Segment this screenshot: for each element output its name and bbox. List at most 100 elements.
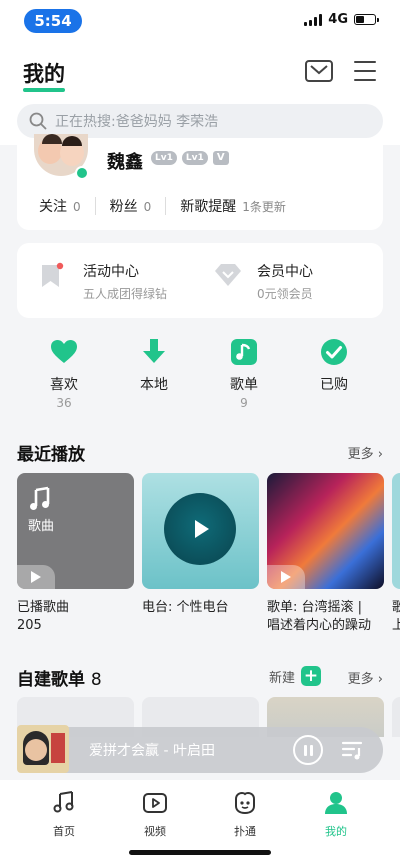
shortcut-label: 喜欢 bbox=[50, 377, 78, 393]
card-caption: 已播歌曲 205 bbox=[17, 599, 134, 635]
caption-line: 歌 bbox=[392, 600, 400, 615]
recent-section-header: 最近播放 更多 › bbox=[17, 440, 383, 465]
menu-button[interactable] bbox=[354, 61, 376, 81]
more-label: 更多 bbox=[347, 672, 374, 687]
recent-card-list: 歌曲 已播歌曲 205 电台: 个性电台 歌单: 台湾摇滚 | 唱述着内心的躁动… bbox=[17, 473, 400, 643]
stat-following[interactable]: 关注 0 bbox=[39, 196, 81, 216]
activity-card: 活动中心 五人成团得绿钻 会员中心 0元领会员 bbox=[17, 243, 383, 318]
tab-home[interactable]: 首页 bbox=[34, 790, 94, 839]
caption-line: 已播歌曲 bbox=[17, 600, 70, 615]
shortcut-row: 喜欢 36 本地 歌单 9 已购 bbox=[0, 338, 400, 418]
listen-level-badge[interactable]: Lv1 bbox=[181, 151, 208, 165]
username[interactable]: 魏鑫 bbox=[107, 148, 143, 174]
stat-followers[interactable]: 粉丝 0 bbox=[110, 196, 152, 216]
card-caption: 电台: 个性电台 bbox=[142, 599, 259, 617]
member-subtitle: 0元领会员 bbox=[257, 287, 313, 301]
music-level-badge[interactable]: Lv1 bbox=[151, 151, 177, 165]
stat-value: 0 bbox=[143, 200, 152, 214]
bottom-tab-bar: 首页 视频 扑通 我的 bbox=[0, 780, 400, 865]
shortcut-label: 歌单 bbox=[230, 377, 258, 393]
social-icon bbox=[235, 791, 255, 815]
own-playlists-more-link[interactable]: 更多 › bbox=[348, 668, 383, 687]
recent-card-radio[interactable]: 电台: 个性电台 bbox=[142, 473, 259, 617]
card-cover bbox=[267, 473, 384, 589]
divider bbox=[94, 197, 96, 215]
search-input[interactable]: 正在热搜:爸爸妈妈 李荣浩 bbox=[17, 104, 383, 138]
own-playlists-count: 8 bbox=[90, 670, 102, 690]
cover-label: 歌曲 bbox=[28, 519, 55, 534]
tab-video[interactable]: 视频 bbox=[125, 790, 185, 839]
caption-line: 歌单: 台湾摇滚 | bbox=[267, 600, 363, 615]
card-cover bbox=[142, 473, 259, 589]
caption-line: 上 bbox=[392, 618, 400, 633]
shortcut-label: 已购 bbox=[320, 377, 348, 393]
mail-icon bbox=[310, 65, 328, 75]
play-icon[interactable] bbox=[17, 565, 55, 589]
activity-title: 活动中心 bbox=[83, 264, 139, 280]
recent-card-partial[interactable]: 歌 上 bbox=[392, 473, 400, 635]
card-caption: 歌 上 bbox=[392, 599, 400, 635]
stat-value: 1条更新 bbox=[242, 200, 286, 214]
profile-stats: 关注 0 粉丝 0 新歌提醒 1条更新 bbox=[39, 196, 286, 216]
tab-mine[interactable]: 我的 bbox=[306, 790, 366, 839]
tab-label: 扑通 bbox=[234, 825, 256, 838]
shortcut-playlists[interactable]: 歌单 9 bbox=[204, 338, 284, 410]
home-music-icon bbox=[53, 791, 74, 813]
card-caption: 歌单: 台湾摇滚 | 唱述着内心的躁动 bbox=[267, 599, 384, 635]
own-playlists-title: 自建歌单 8 bbox=[17, 670, 102, 690]
video-icon bbox=[143, 793, 167, 813]
recent-more-link[interactable]: 更多 › bbox=[348, 443, 383, 462]
flag-icon bbox=[42, 262, 64, 287]
recent-card-played-songs[interactable]: 歌曲 已播歌曲 205 bbox=[17, 473, 134, 635]
status-time: 5:54 bbox=[24, 9, 82, 33]
message-button[interactable] bbox=[305, 60, 333, 82]
caption-line: 唱述着内心的躁动 bbox=[267, 618, 372, 633]
battery-icon bbox=[354, 14, 379, 25]
playlist-card[interactable] bbox=[392, 697, 400, 737]
shortcut-count: 9 bbox=[240, 396, 248, 410]
search-placeholder: 正在热搜:爸爸妈妈 李荣浩 bbox=[55, 114, 219, 130]
stat-value: 0 bbox=[73, 200, 81, 214]
new-playlist-label: 新建 bbox=[269, 670, 296, 686]
play-icon[interactable] bbox=[267, 565, 305, 589]
stat-new-song-alert[interactable]: 新歌提醒 1条更新 bbox=[180, 196, 286, 216]
more-label: 更多 bbox=[347, 447, 374, 462]
vip-badge[interactable]: V bbox=[212, 151, 229, 165]
shortcut-label: 本地 bbox=[140, 377, 168, 393]
divider bbox=[165, 197, 167, 215]
now-playing-title: 爱拼才会赢 - 叶启田 bbox=[89, 743, 215, 759]
network-type: 4G bbox=[328, 12, 348, 27]
music-note-icon bbox=[30, 486, 50, 510]
heart-icon bbox=[51, 340, 77, 363]
tab-indicator bbox=[23, 88, 65, 92]
play-icon[interactable] bbox=[195, 520, 209, 538]
caption-line: 电台: 个性电台 bbox=[142, 600, 229, 615]
card-cover: 歌曲 bbox=[17, 473, 134, 589]
status-bar: 5:54 4G bbox=[0, 0, 400, 40]
activity-center-entry[interactable]: 活动中心 五人成团得绿钻 bbox=[39, 261, 167, 302]
own-playlists-title-text: 自建歌单 bbox=[17, 670, 85, 690]
page-title[interactable]: 我的 bbox=[23, 58, 65, 88]
tab-social[interactable]: 扑通 bbox=[215, 790, 275, 839]
download-icon bbox=[143, 339, 165, 363]
header: 我的 正在热搜:爸爸妈妈 李荣浩 bbox=[0, 40, 400, 145]
playlist-icon[interactable] bbox=[341, 738, 365, 762]
player-album-cover[interactable] bbox=[17, 725, 69, 773]
shortcut-like[interactable]: 喜欢 36 bbox=[24, 338, 104, 410]
pause-button[interactable] bbox=[293, 735, 323, 765]
diamond-icon bbox=[215, 264, 241, 286]
caption-line: 205 bbox=[17, 618, 42, 633]
tab-label: 视频 bbox=[144, 825, 166, 838]
level-badges: Lv1 Lv1 V bbox=[151, 151, 229, 165]
search-icon bbox=[29, 112, 47, 130]
recent-card-playlist[interactable]: 歌单: 台湾摇滚 | 唱述着内心的躁动 bbox=[267, 473, 384, 635]
member-center-entry[interactable]: 会员中心 0元领会员 bbox=[213, 261, 313, 302]
card-cover bbox=[392, 473, 400, 589]
new-playlist-button[interactable]: 新建 + bbox=[269, 666, 322, 686]
plus-icon: + bbox=[301, 666, 322, 686]
member-title: 会员中心 bbox=[257, 264, 313, 280]
shortcut-purchased[interactable]: 已购 bbox=[294, 338, 374, 396]
mini-player[interactable]: 爱拼才会赢 - 叶启田 bbox=[17, 725, 383, 773]
activity-subtitle: 五人成团得绿钻 bbox=[83, 287, 168, 301]
shortcut-local[interactable]: 本地 bbox=[114, 338, 194, 396]
